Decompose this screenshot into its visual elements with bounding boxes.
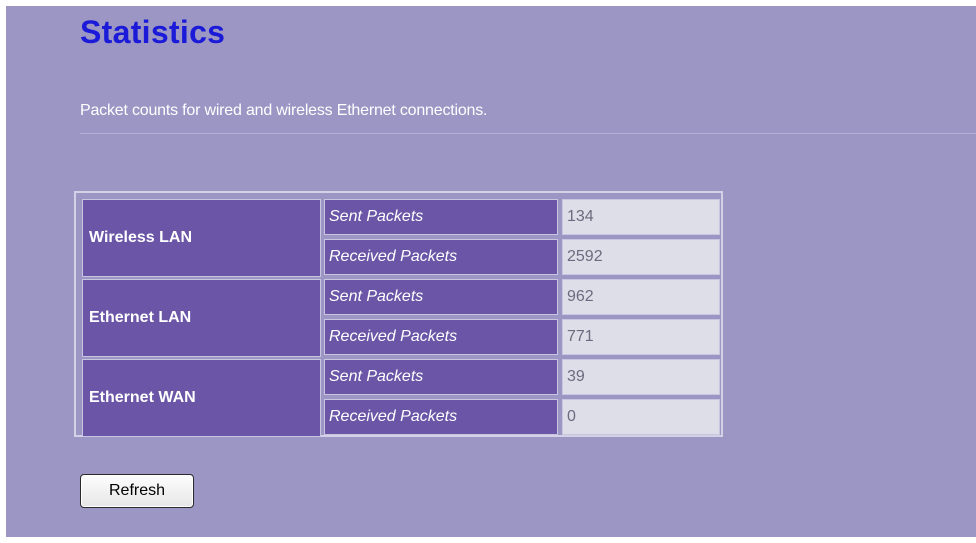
group-label-ethernet-lan: Ethernet LAN (82, 279, 321, 357)
row-value-wireless-lan-received: 2592 (562, 239, 720, 275)
group-label-ethernet-wan: Ethernet WAN (82, 359, 321, 437)
row-label-wireless-lan-sent: Sent Packets (324, 199, 558, 235)
row-value-ethernet-lan-received: 771 (562, 319, 720, 355)
statistics-table: Wireless LAN Sent Packets 134 Received P… (74, 191, 723, 437)
refresh-button[interactable]: Refresh (80, 474, 194, 508)
row-value-ethernet-wan-received: 0 (562, 399, 720, 435)
group-label-wireless-lan: Wireless LAN (82, 199, 321, 277)
row-label-ethernet-lan-received: Received Packets (324, 319, 558, 355)
page-description: Packet counts for wired and wireless Eth… (80, 102, 488, 119)
row-value-ethernet-wan-sent: 39 (562, 359, 720, 395)
row-label-ethernet-wan-received: Received Packets (324, 399, 558, 435)
row-value-ethernet-lan-sent: 962 (562, 279, 720, 315)
row-label-wireless-lan-received: Received Packets (324, 239, 558, 275)
row-label-ethernet-wan-sent: Sent Packets (324, 359, 558, 395)
divider (80, 133, 976, 134)
row-value-wireless-lan-sent: 134 (562, 199, 720, 235)
row-label-ethernet-lan-sent: Sent Packets (324, 279, 558, 315)
page-title: Statistics (80, 14, 226, 50)
